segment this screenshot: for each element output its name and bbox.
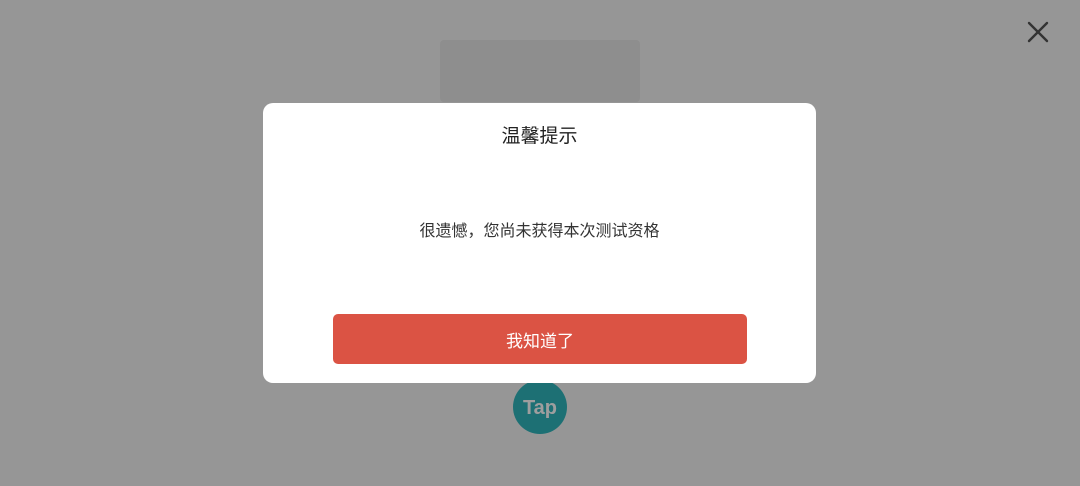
close-button[interactable] (1022, 16, 1054, 48)
app-screen: Tap 温馨提示 很遗憾，您尚未获得本次测试资格 我知道了 (0, 0, 1080, 486)
alert-dialog: 温馨提示 很遗憾，您尚未获得本次测试资格 我知道了 (263, 103, 816, 383)
close-icon (1027, 21, 1049, 43)
dialog-title: 温馨提示 (501, 125, 578, 147)
dialog-message: 很遗憾，您尚未获得本次测试资格 (419, 221, 660, 240)
confirm-button[interactable]: 我知道了 (333, 314, 747, 364)
